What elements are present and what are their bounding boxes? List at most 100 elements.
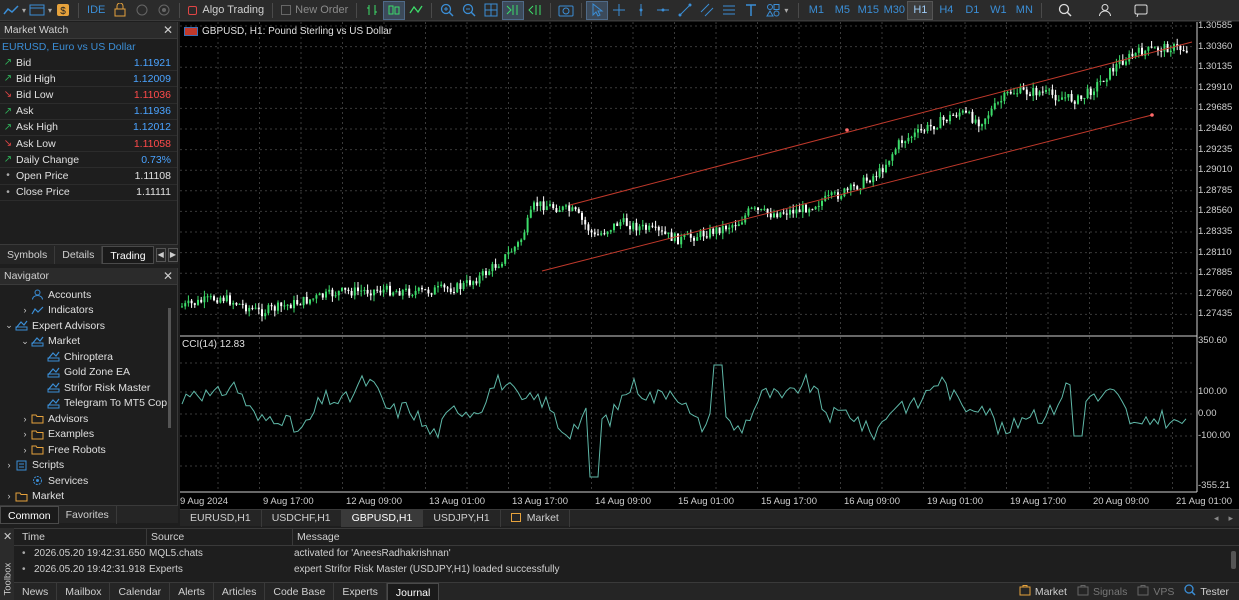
chart-tab[interactable]: EURUSD,H1	[180, 509, 262, 527]
market-watch-row[interactable]: ↗ Ask 1.11936	[0, 104, 177, 120]
account-icon[interactable]	[1094, 1, 1116, 20]
timeframe-m5[interactable]: M5	[829, 1, 855, 20]
timeframe-h1[interactable]: H1	[907, 0, 934, 20]
chevron-left-icon[interactable]: ◂	[1214, 513, 1219, 524]
chevron-right-icon[interactable]: ›	[4, 491, 14, 501]
timeframe-mn[interactable]: MN	[1011, 1, 1037, 20]
chevron-right-icon[interactable]: ›	[20, 445, 30, 455]
auto-scroll-icon[interactable]	[502, 0, 525, 20]
chart-tab[interactable]: Market	[501, 509, 570, 527]
tab-alerts[interactable]: Alerts	[170, 582, 214, 600]
timeframe-m1[interactable]: M1	[803, 1, 829, 20]
timeframe-h4[interactable]: H4	[933, 1, 959, 20]
tile-windows-icon[interactable]	[480, 1, 502, 20]
tab-trading[interactable]: Trading	[102, 245, 154, 264]
close-icon[interactable]: ✕	[163, 23, 173, 37]
algo-trading-button[interactable]: Algo Trading	[184, 1, 268, 20]
lock-icon[interactable]	[109, 1, 131, 20]
line-chart-icon[interactable]	[405, 1, 427, 20]
column-source[interactable]: Source	[151, 531, 184, 543]
horizontal-line-icon[interactable]	[652, 1, 674, 20]
tab-favorites[interactable]: Favorites	[59, 506, 117, 524]
market-watch-row[interactable]: • Open Price 1.11108	[0, 168, 177, 185]
navigator-item[interactable]: ⌄ Market	[0, 334, 177, 350]
market-watch-row[interactable]: ↗ Daily Change 0.73%	[0, 152, 177, 169]
market-watch-row[interactable]: ↘ Ask Low 1.11058	[0, 136, 177, 153]
crosshair-icon[interactable]	[608, 1, 630, 20]
chart-window[interactable]: GBPUSD, H1: Pound Sterling vs US Dollar …	[180, 20, 1239, 509]
status-vps[interactable]: VPS	[1137, 584, 1174, 599]
chart-tab[interactable]: USDJPY,H1	[423, 509, 501, 527]
timeframe-m30[interactable]: M30	[881, 1, 907, 20]
navigator-item[interactable]: › Indicators	[0, 303, 177, 319]
chevron-down-icon[interactable]: ⌄	[4, 320, 14, 331]
chevron-right-icon[interactable]: ▶	[167, 247, 178, 262]
vertical-line-icon[interactable]	[630, 1, 652, 20]
navigator-item[interactable]: Chiroptera	[0, 349, 177, 365]
chart-shift-icon[interactable]	[524, 1, 546, 20]
signals-icon[interactable]	[131, 1, 153, 20]
close-icon[interactable]: ✕	[163, 269, 173, 283]
new-order-button[interactable]: New Order	[277, 1, 352, 20]
market-watch-row[interactable]: • Close Price 1.11111	[0, 185, 177, 201]
trendline-icon[interactable]	[674, 1, 696, 20]
status-market[interactable]: Market	[1019, 584, 1067, 599]
chevron-right-icon[interactable]: ›	[20, 414, 30, 424]
timeframe-m15[interactable]: M15	[855, 1, 881, 20]
tab-common[interactable]: Common	[0, 506, 59, 524]
column-time[interactable]: Time	[22, 531, 45, 543]
navigator-item[interactable]: ⌄ Expert Advisors	[0, 318, 177, 334]
navigator-scrollbar[interactable]	[168, 308, 171, 428]
text-icon[interactable]	[740, 1, 762, 20]
navigator-item[interactable]: › Advisors	[0, 411, 177, 427]
timeframe-d1[interactable]: D1	[959, 1, 985, 20]
navigator-item[interactable]: › Market	[0, 489, 177, 505]
deposit-icon[interactable]: $	[52, 1, 74, 20]
ide-button[interactable]: IDE	[83, 1, 109, 20]
channel-icon[interactable]	[696, 1, 718, 20]
screenshot-icon[interactable]	[555, 1, 577, 20]
zoom-out-icon[interactable]	[458, 1, 480, 20]
chevron-right-icon[interactable]: ›	[4, 460, 14, 470]
market-sync-icon[interactable]	[153, 1, 175, 20]
navigator-item[interactable]: Gold Zone EA	[0, 365, 177, 381]
profiles-icon[interactable]	[26, 1, 48, 20]
fibonacci-icon[interactable]	[718, 1, 740, 20]
bar-chart-icon[interactable]	[361, 1, 383, 20]
community-icon[interactable]	[1130, 1, 1152, 20]
candlestick-icon[interactable]	[383, 0, 406, 20]
timeframe-w1[interactable]: W1	[985, 1, 1011, 20]
navigator-item[interactable]: › Scripts	[0, 458, 177, 474]
shapes-icon[interactable]	[762, 1, 784, 20]
chart-tab[interactable]: GBPUSD,H1	[341, 509, 424, 527]
chevron-right-icon[interactable]: ›	[20, 429, 30, 439]
chart-tab[interactable]: USDCHF,H1	[262, 509, 342, 527]
chart-type-icon[interactable]	[0, 1, 22, 20]
search-icon[interactable]	[1054, 1, 1076, 20]
chevron-down-icon[interactable]: ⌄	[20, 336, 30, 347]
tab-calendar[interactable]: Calendar	[110, 582, 171, 600]
navigator-item[interactable]: › Examples	[0, 427, 177, 443]
tab-articles[interactable]: Articles	[214, 582, 266, 600]
close-icon[interactable]: ✕	[3, 530, 12, 543]
chevron-down-icon[interactable]: ▾	[784, 6, 788, 15]
chevron-right-icon[interactable]: ›	[20, 305, 30, 315]
status-tester[interactable]: Tester	[1184, 584, 1229, 599]
market-watch-row[interactable]: ↗ Bid High 1.12009	[0, 71, 177, 88]
chevron-right-icon[interactable]: ▸	[1228, 513, 1233, 524]
navigator-item[interactable]: Telegram To MT5 Cop	[0, 396, 177, 412]
market-watch-row[interactable]: ↘ Bid Low 1.11036	[0, 87, 177, 104]
market-watch-symbol[interactable]: EURUSD, Euro vs US Dollar	[0, 39, 177, 55]
market-watch-row[interactable]: ↗ Ask High 1.12012	[0, 120, 177, 136]
toolbox-side-label[interactable]: ✕ Toolbox	[0, 528, 14, 600]
navigator-item[interactable]: › Free Robots	[0, 442, 177, 458]
journal-scrollbar[interactable]	[1231, 551, 1236, 569]
tab-mailbox[interactable]: Mailbox	[57, 582, 111, 600]
cursor-icon[interactable]	[586, 0, 609, 20]
navigator-item[interactable]: Strifor Risk Master	[0, 380, 177, 396]
market-watch-row[interactable]: ↗ Bid 1.11921	[0, 55, 177, 72]
price-chart[interactable]	[180, 22, 1239, 509]
tab-journal[interactable]: Journal	[386, 582, 440, 600]
chevron-left-icon[interactable]: ◀	[155, 247, 166, 262]
navigator-item[interactable]: Accounts	[0, 287, 177, 303]
